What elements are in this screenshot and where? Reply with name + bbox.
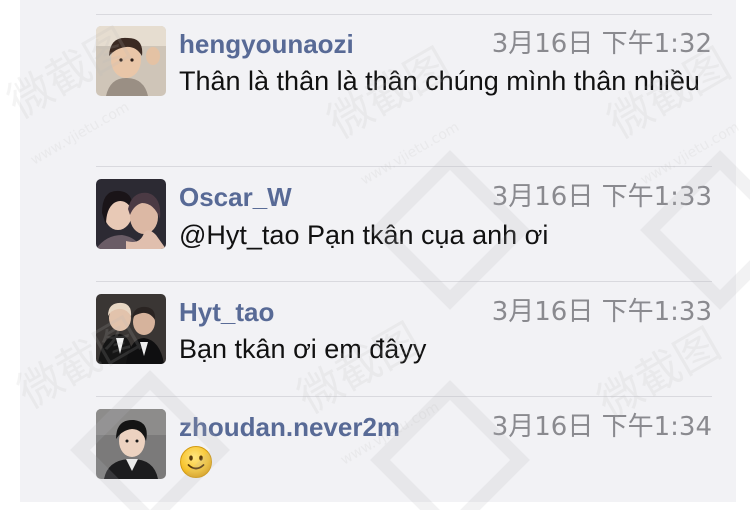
username[interactable]: Oscar_W	[179, 181, 292, 213]
timestamp: 3月16日 下午1:32	[491, 29, 712, 59]
comment-text: Thân là thân là thân chúng mình thân nhi…	[179, 66, 700, 96]
smiley-face-icon	[180, 446, 212, 478]
comment-text: Bạn tkân ơi em đâyy	[179, 334, 427, 364]
username[interactable]: zhoudan.never2m	[179, 411, 400, 443]
comment-text	[179, 445, 712, 490]
timestamp: 3月16日 下午1:33	[491, 297, 712, 327]
comment-item: hengyounaozi 3月16日 下午1:32 Thân là thân l…	[96, 15, 712, 167]
avatar[interactable]	[96, 26, 166, 96]
comment-item: zhoudan.never2m 3月16日 下午1:34	[96, 397, 712, 502]
avatar-photo-couple-icon	[96, 179, 166, 249]
username[interactable]: Hyt_tao	[179, 296, 274, 328]
avatar[interactable]	[96, 179, 166, 249]
avatar-photo-young-man-dark-icon	[96, 409, 166, 479]
timestamp: 3月16日 下午1:34	[491, 412, 712, 442]
avatar-photo-young-man-icon	[96, 26, 166, 96]
avatar[interactable]	[96, 409, 166, 479]
username[interactable]: hengyounaozi	[179, 28, 354, 60]
avatar-photo-two-men-suits-icon	[96, 294, 166, 364]
comment-item: Oscar_W 3月16日 下午1:33 @Hyt_tao Pạn tkân c…	[96, 167, 712, 282]
comment-text: @Hyt_tao Pạn tkân cụa anh ơi	[179, 220, 549, 250]
comment-item: Hyt_tao 3月16日 下午1:33 Bạn tkân ơi em đâyy	[96, 282, 712, 397]
timestamp: 3月16日 下午1:33	[491, 182, 712, 212]
avatar[interactable]	[96, 294, 166, 364]
